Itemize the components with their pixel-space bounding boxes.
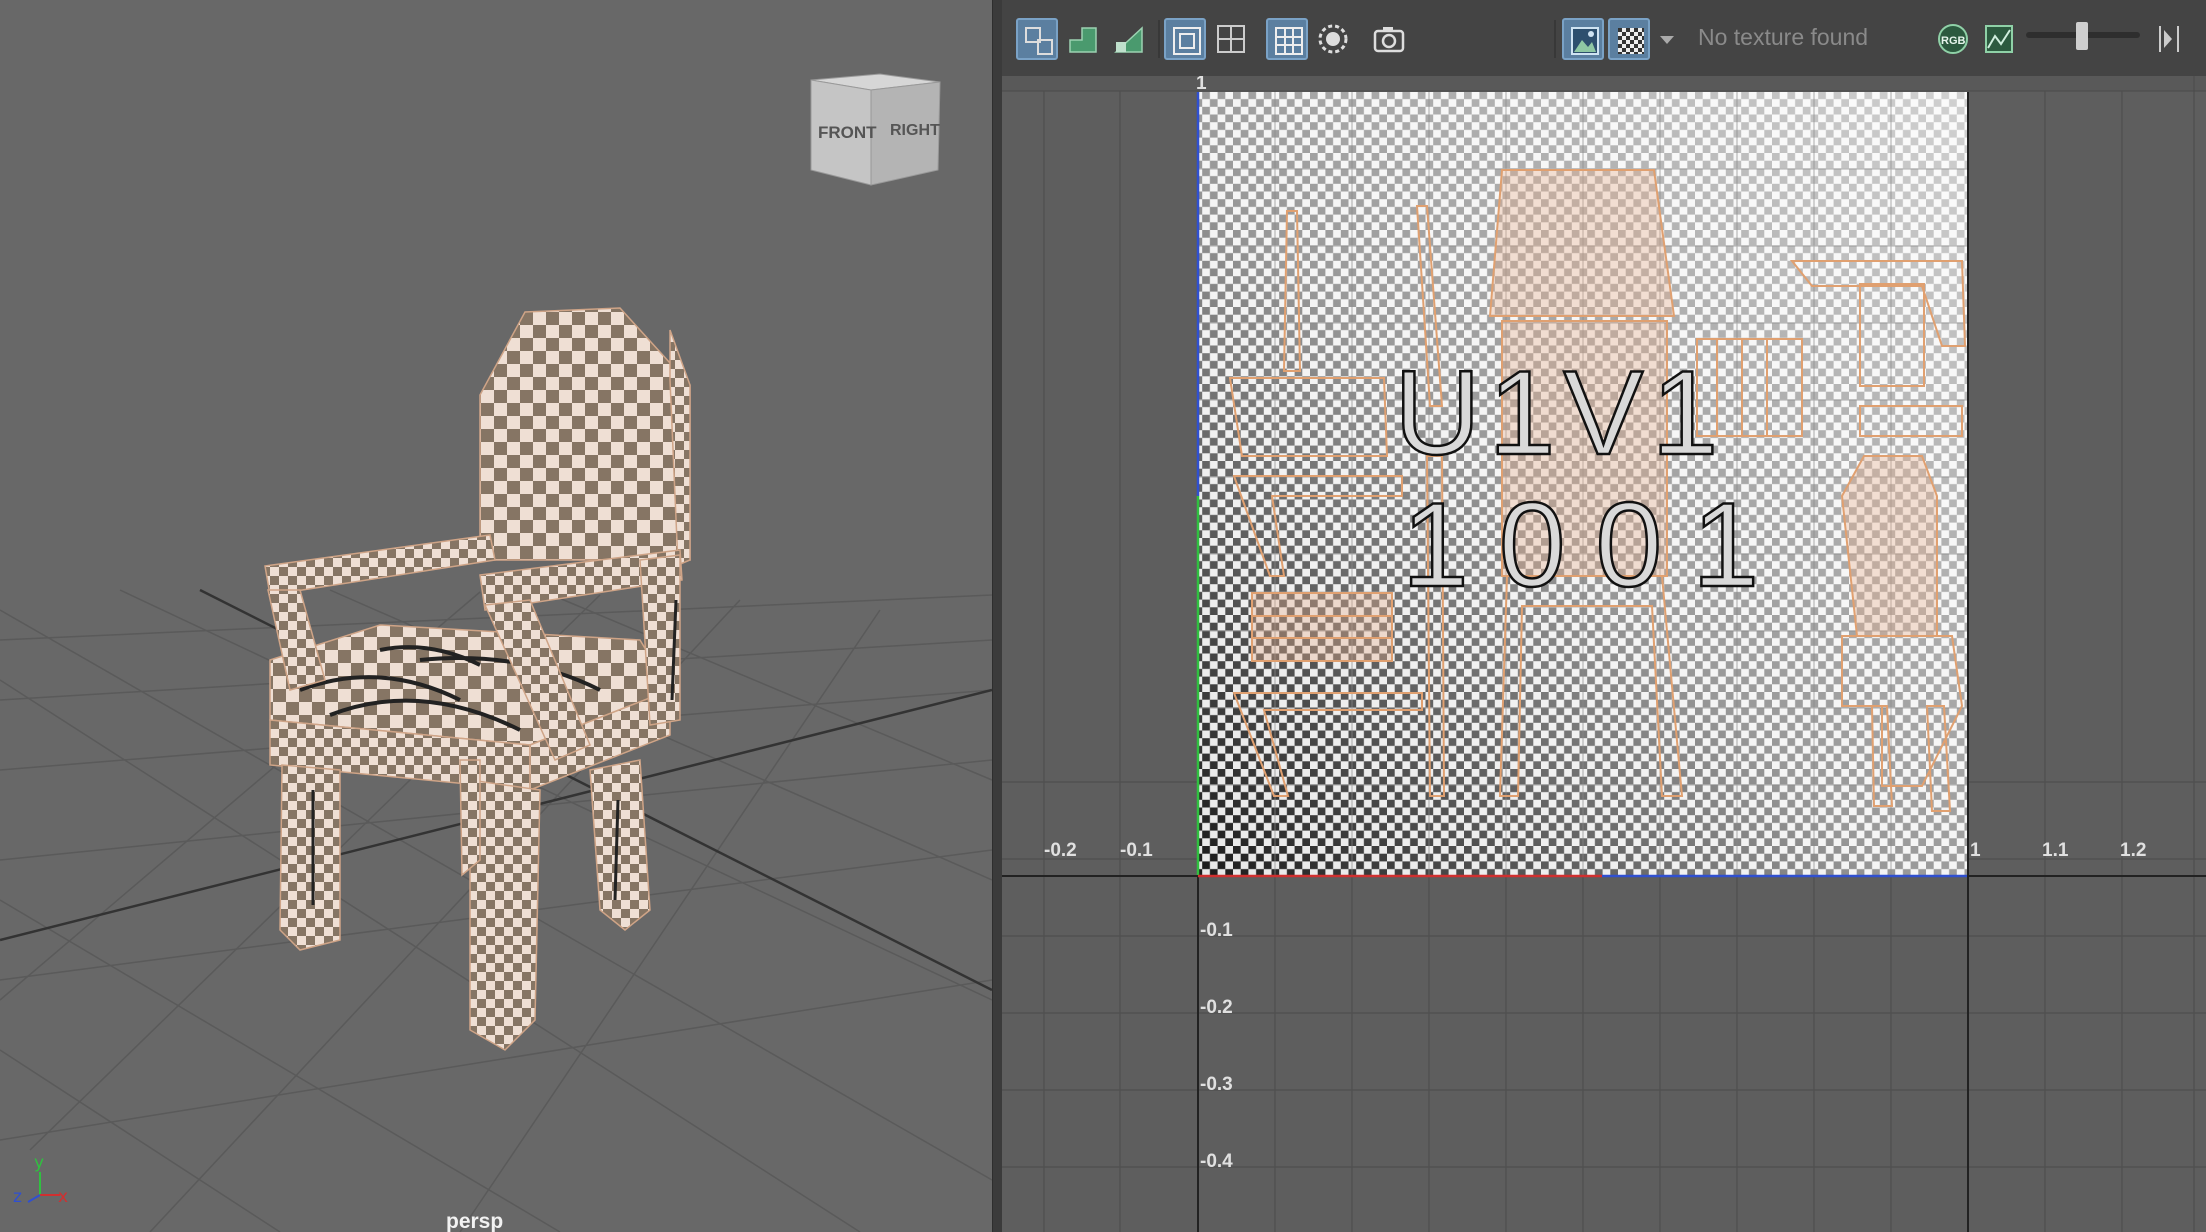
uv-toolbar: No texture found RGB: [1002, 0, 2206, 78]
slider-icon[interactable]: [2076, 22, 2088, 50]
uv-layout-icon: [1025, 27, 1053, 55]
ruler-x-tick: 1: [1970, 840, 1981, 861]
exposure-button[interactable]: [1978, 18, 2020, 60]
svg-text:RGB: RGB: [1941, 35, 1966, 47]
exposure-icon: [1985, 25, 2013, 53]
isolate-button[interactable]: [1312, 18, 1354, 60]
axis-z-label: z: [13, 1187, 22, 1207]
step-icon: [2159, 26, 2179, 52]
ruler-y-tick: -0.4: [1200, 1151, 1233, 1172]
ruler-x-tick: -0.2: [1044, 840, 1077, 861]
texture-dropdown[interactable]: [1654, 18, 1680, 60]
rgb-channel-button[interactable]: RGB: [1932, 18, 1974, 60]
viewport-canvas: FRONT RIGHT y x z: [0, 73, 992, 1232]
camera-label: persp: [446, 1210, 504, 1232]
uv-shade-icon: [1114, 26, 1143, 53]
uv-editor-panel[interactable]: No texture found RGB U1V1 1001 1 -0.2 -0…: [1002, 0, 2206, 1232]
grid-icon: [1217, 25, 1245, 53]
grid-frame-icon: [1173, 27, 1201, 55]
axis-y-label: y: [34, 1153, 44, 1173]
checker-display-button[interactable]: [1608, 18, 1650, 60]
axis-gizmo-icon: y x z: [13, 1153, 68, 1207]
ruler-x-tick: -0.1: [1120, 840, 1153, 861]
ruler-x-tick: 1.2: [2120, 840, 2146, 861]
tile-label-uv: U1V1: [1394, 346, 1726, 480]
rgb-icon: RGB: [1938, 24, 1968, 54]
ruler-y-tick: -0.1: [1200, 920, 1233, 941]
camera-button[interactable]: [1368, 18, 1410, 60]
camera-icon: [1373, 27, 1405, 53]
uv-canvas[interactable]: U1V1 1001 1 -0.2 -0.1 1 1.1 1.2 -0.1 -0.…: [1002, 76, 2206, 1232]
pixel-grid-button[interactable]: [1266, 18, 1308, 60]
tile-label-udim: 1001: [1402, 478, 1789, 612]
texture-status: No texture found: [1698, 24, 1869, 50]
ruler-y-tick: -0.2: [1200, 997, 1233, 1018]
uv-snapshot-button[interactable]: [1062, 18, 1104, 60]
uv-snapshot-icon: [1069, 27, 1097, 53]
checker-icon: [1618, 28, 1644, 54]
step-button[interactable]: [2148, 18, 2188, 60]
viewcube-front-label: FRONT: [818, 123, 877, 142]
chair-model: [264, 307, 691, 1051]
uv-shade-button[interactable]: [1108, 18, 1150, 60]
viewcube-right-label: RIGHT: [890, 122, 940, 139]
uv-layout-button[interactable]: [1016, 18, 1058, 60]
grid-button[interactable]: [1210, 18, 1252, 60]
dropdown-arrow-icon: [1660, 36, 1674, 44]
image-icon: [1571, 27, 1599, 55]
ruler-top-tick: 1: [1196, 76, 1207, 94]
image-display-button[interactable]: [1562, 18, 1604, 60]
axis-x-label: x: [58, 1187, 68, 1207]
ruler-x-tick: 1.1: [2042, 840, 2069, 861]
ruler-y-tick: -0.3: [1200, 1074, 1233, 1095]
pixel-grid-icon: [1275, 27, 1303, 55]
isolate-icon: [1318, 24, 1348, 54]
grid-frame-button[interactable]: [1164, 18, 1206, 60]
perspective-viewport[interactable]: FRONT RIGHT y x z persp: [0, 0, 992, 1232]
viewcube[interactable]: FRONT RIGHT: [810, 73, 941, 186]
